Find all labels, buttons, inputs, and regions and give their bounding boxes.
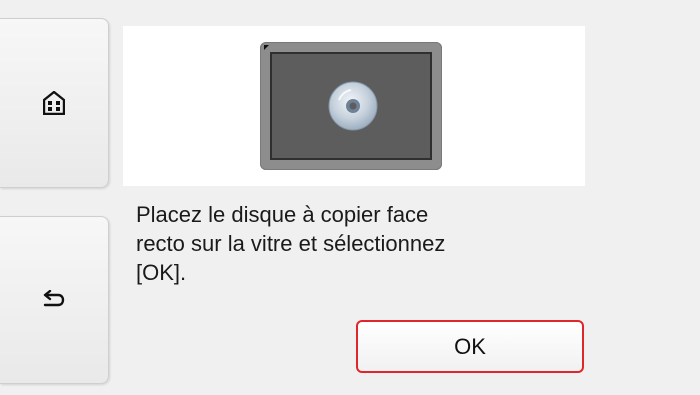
alignment-mark-icon: [264, 45, 269, 50]
platen-glass: [270, 52, 432, 160]
disc-icon: [328, 81, 378, 131]
scanner-glass-icon: [260, 42, 442, 170]
back-button[interactable]: [0, 216, 109, 384]
printer-screen: Placez le disque à copier face recto sur…: [0, 0, 700, 395]
instruction-illustration: [123, 26, 585, 186]
home-button[interactable]: [0, 18, 109, 188]
home-icon: [43, 91, 65, 115]
instruction-message: Placez le disque à copier face recto sur…: [136, 202, 446, 285]
ok-button[interactable]: OK: [356, 320, 584, 373]
back-arrow-icon: [42, 290, 66, 310]
